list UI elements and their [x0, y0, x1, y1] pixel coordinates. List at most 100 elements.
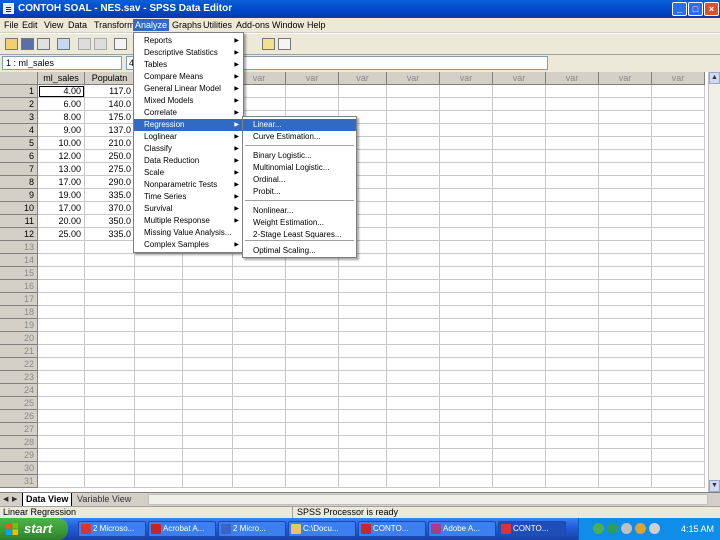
row-header[interactable]: 20 — [0, 332, 38, 345]
analyze-menu-item-regression[interactable]: Regression ▶ — [134, 119, 243, 131]
grid-cell[interactable] — [85, 449, 135, 462]
grid-cell[interactable]: 350.0 — [85, 215, 135, 228]
security-icon[interactable] — [607, 523, 618, 534]
grid-cell[interactable] — [233, 358, 286, 371]
grid-cell[interactable] — [599, 319, 652, 332]
analyze-menu-item-loglinear[interactable]: Loglinear ▶ — [134, 131, 243, 143]
grid-cell[interactable] — [183, 371, 233, 384]
grid-cell[interactable] — [493, 293, 546, 306]
grid-cell[interactable] — [135, 358, 183, 371]
grid-cell[interactable]: 13.00 — [38, 163, 85, 176]
grid-cell[interactable] — [493, 228, 546, 241]
grid-cell[interactable] — [493, 189, 546, 202]
grid-cell[interactable] — [286, 410, 339, 423]
grid-cell[interactable] — [339, 410, 387, 423]
grid-cell[interactable] — [493, 280, 546, 293]
grid-cell[interactable] — [440, 371, 493, 384]
grid-cell[interactable] — [183, 306, 233, 319]
grid-cell[interactable] — [339, 462, 387, 475]
grid-cell[interactable] — [493, 111, 546, 124]
regression-menu-item-nonlinear[interactable]: Nonlinear... — [243, 205, 356, 217]
taskbar-item[interactable]: Acrobat A... — [148, 521, 216, 537]
grid-cell[interactable] — [135, 423, 183, 436]
start-button[interactable]: start — [0, 518, 68, 540]
grid-cell[interactable] — [339, 85, 387, 98]
grid-cell[interactable] — [85, 345, 135, 358]
grid-cell[interactable] — [183, 345, 233, 358]
grid-cell[interactable] — [233, 371, 286, 384]
grid-cell[interactable] — [387, 163, 440, 176]
grid-cell[interactable] — [38, 319, 85, 332]
grid-cell[interactable] — [387, 215, 440, 228]
grid-cell[interactable] — [652, 124, 705, 137]
grid-cell[interactable] — [38, 475, 85, 488]
grid-cell[interactable] — [85, 397, 135, 410]
analyze-menu-item-scale[interactable]: Scale ▶ — [134, 167, 243, 179]
grid-cell[interactable] — [493, 306, 546, 319]
grid-cell[interactable] — [440, 228, 493, 241]
grid-cell[interactable] — [183, 293, 233, 306]
grid-cell[interactable]: 117.0 — [85, 85, 135, 98]
grid-cell[interactable] — [599, 384, 652, 397]
taskbar-item[interactable]: CONTO... — [358, 521, 426, 537]
grid-cell[interactable] — [286, 345, 339, 358]
open-icon[interactable] — [5, 38, 18, 50]
grid-cell[interactable] — [493, 332, 546, 345]
row-header[interactable]: 24 — [0, 384, 38, 397]
grid-cell[interactable] — [652, 150, 705, 163]
grid-cell[interactable] — [493, 137, 546, 150]
grid-cell[interactable] — [652, 397, 705, 410]
grid-cell[interactable] — [546, 267, 599, 280]
grid-cell[interactable] — [233, 319, 286, 332]
analyze-menu-item-correlate[interactable]: Correlate ▶ — [134, 107, 243, 119]
grid-cell[interactable] — [38, 397, 85, 410]
regression-menu-item-binary-logistic[interactable]: Binary Logistic... — [243, 150, 356, 162]
grid-cell[interactable]: 275.0 — [85, 163, 135, 176]
grid-cell[interactable] — [233, 397, 286, 410]
grid-cell[interactable] — [135, 280, 183, 293]
grid-cell[interactable] — [546, 410, 599, 423]
analyze-menu-item-time-series[interactable]: Time Series ▶ — [134, 191, 243, 203]
grid-cell[interactable] — [339, 397, 387, 410]
grid-cell[interactable] — [286, 384, 339, 397]
grid-cell[interactable] — [652, 449, 705, 462]
grid-cell[interactable]: 8.00 — [38, 111, 85, 124]
grid-cell[interactable] — [387, 111, 440, 124]
grid-cell[interactable] — [387, 319, 440, 332]
grid-cell[interactable] — [493, 254, 546, 267]
update-icon[interactable] — [635, 523, 646, 534]
grid-cell[interactable] — [493, 384, 546, 397]
grid-cell[interactable] — [493, 150, 546, 163]
grid-cell[interactable] — [440, 293, 493, 306]
grid-cell[interactable] — [546, 189, 599, 202]
grid-cell[interactable] — [387, 280, 440, 293]
row-header[interactable]: 27 — [0, 423, 38, 436]
grid-cell[interactable] — [233, 475, 286, 488]
grid-cell[interactable] — [233, 449, 286, 462]
grid-cell[interactable] — [233, 462, 286, 475]
grid-cell[interactable] — [546, 462, 599, 475]
use-sets-icon[interactable] — [278, 38, 291, 50]
restore-button[interactable]: □ — [688, 2, 703, 16]
row-header[interactable]: 4 — [0, 124, 38, 137]
grid-cell[interactable] — [38, 436, 85, 449]
grid-cell[interactable] — [233, 345, 286, 358]
minimize-button[interactable]: _ — [672, 2, 687, 16]
grid-cell[interactable] — [440, 150, 493, 163]
row-header[interactable]: 21 — [0, 345, 38, 358]
scroll-down-arrow-icon[interactable]: ▼ — [709, 480, 720, 492]
grid-cell[interactable]: 25.00 — [38, 228, 85, 241]
grid-cell[interactable] — [546, 85, 599, 98]
undo-icon[interactable] — [78, 38, 91, 50]
row-header[interactable]: 22 — [0, 358, 38, 371]
column-header-ml-sales[interactable]: ml_sales — [38, 72, 85, 85]
grid-cell[interactable] — [599, 345, 652, 358]
grid-cell[interactable] — [493, 423, 546, 436]
grid-cell[interactable]: 140.0 — [85, 98, 135, 111]
grid-cell[interactable]: 17.00 — [38, 176, 85, 189]
grid-cell[interactable] — [546, 371, 599, 384]
grid-cell[interactable] — [440, 163, 493, 176]
grid-cell[interactable] — [652, 137, 705, 150]
menu-help[interactable]: Help — [305, 19, 328, 31]
grid-cell[interactable] — [38, 462, 85, 475]
